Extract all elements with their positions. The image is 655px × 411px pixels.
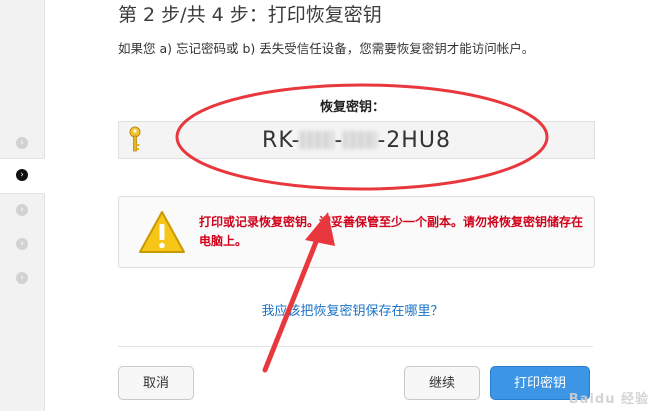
recovery-key-field: RK- - -2HU8 [118, 121, 595, 159]
step-3-indicator[interactable]: › [16, 204, 28, 216]
recovery-key-value: RK- - -2HU8 [119, 128, 594, 153]
step-5-indicator[interactable]: › [16, 272, 28, 284]
step-1-indicator[interactable]: › [16, 137, 28, 149]
key-suffix: 2HU8 [386, 128, 451, 153]
continue-button[interactable]: 继续 [404, 366, 480, 400]
step-2-active[interactable]: › [0, 158, 45, 194]
cancel-button[interactable]: 取消 [118, 366, 194, 400]
where-to-store-link[interactable]: 我应该把恢复密钥保存在哪里？ [0, 300, 655, 319]
step-sidebar: › › › › › [0, 0, 45, 411]
page-description: 如果您 a) 忘记密码或 b) 丢失受信任设备，您需要恢复密钥才能访问帐户。 [118, 41, 535, 56]
watermark-logo: Baidu 经验 [568, 392, 649, 407]
redacted-segment-2 [343, 131, 378, 149]
recovery-key-label: 恢复密钥： [319, 100, 385, 115]
redacted-segment-1 [300, 131, 335, 149]
step-4-indicator[interactable]: › [16, 238, 28, 250]
warning-text: 打印或记录恢复密钥。请妥善保管至少一个副本。请勿将恢复密钥储存在电脑上。 [199, 215, 584, 248]
warning-box: 打印或记录恢复密钥。请妥善保管至少一个副本。请勿将恢复密钥储存在电脑上。 [118, 196, 595, 268]
key-separator-2: - [377, 128, 387, 153]
divider [118, 346, 593, 347]
step-2-indicator[interactable]: › [16, 169, 28, 181]
key-prefix: RK- [262, 128, 301, 153]
warning-icon [139, 211, 185, 253]
page-title: 第 2 步/共 4 步：打印恢复密钥 [118, 4, 382, 26]
key-separator-1: - [334, 128, 344, 153]
